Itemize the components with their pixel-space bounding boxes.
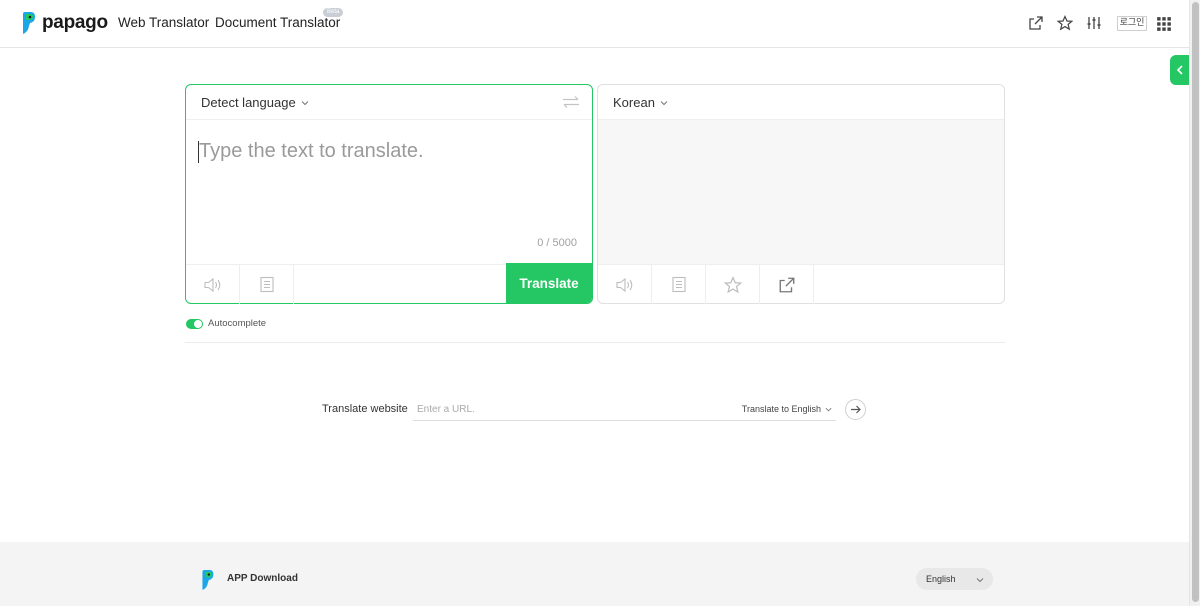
target-panel-toolbar (598, 264, 1004, 304)
target-favorite-button[interactable] (706, 265, 760, 304)
papago-parrot-icon (23, 12, 35, 34)
source-placeholder: Type the text to translate. (199, 140, 424, 162)
character-counter: 0 / 5000 (537, 237, 577, 249)
nav-web-translator[interactable]: Web Translator (118, 15, 209, 30)
speaker-icon (615, 277, 632, 292)
autocomplete-option: Autocomplete (186, 318, 266, 329)
page-scrollbar[interactable] (1189, 0, 1200, 606)
chevron-down-icon (660, 100, 668, 105)
app-download-link[interactable]: APP Download (227, 573, 298, 584)
autocomplete-label: Autocomplete (208, 318, 267, 329)
chevron-left-icon (1176, 65, 1183, 75)
target-language-select[interactable]: Korean (613, 95, 668, 110)
translate-button[interactable]: Translate (506, 263, 592, 303)
translate-website-go-button[interactable] (845, 399, 866, 420)
scrollbar-thumb[interactable] (1192, 2, 1199, 602)
top-header: papago Web Translator Document Translato… (0, 0, 1189, 48)
papago-logo[interactable]: papago (20, 12, 108, 34)
side-panel-toggle[interactable] (1170, 55, 1189, 85)
target-panel: Korean (597, 84, 1005, 304)
dictionary-icon (671, 276, 686, 293)
chevron-down-icon (301, 100, 309, 105)
source-panel-header: Detect language (186, 85, 592, 120)
website-target-language-label: Translate to English (741, 404, 821, 414)
url-placeholder: Enter a URL. (417, 404, 475, 415)
star-icon[interactable] (1057, 15, 1073, 31)
nav-document-translator[interactable]: Document Translator (215, 15, 340, 30)
star-icon (723, 275, 742, 293)
speaker-icon (203, 277, 220, 292)
source-dictionary-button[interactable] (240, 265, 294, 304)
translate-website-label: Translate website (322, 403, 408, 415)
beta-badge: Beta (323, 8, 344, 17)
apps-grid-icon[interactable] (1156, 16, 1172, 32)
share-icon[interactable] (1028, 15, 1044, 31)
target-share-button[interactable] (760, 265, 814, 304)
swap-languages-icon[interactable] (562, 95, 580, 109)
url-input[interactable]: Enter a URL. Translate to English (413, 397, 836, 421)
login-button[interactable]: 로그인 (1117, 16, 1147, 31)
papago-app-icon (202, 570, 214, 590)
source-language-select[interactable]: Detect language (201, 95, 309, 110)
target-dictionary-button[interactable] (652, 265, 706, 304)
target-panel-header: Korean (598, 85, 1004, 120)
share-icon (779, 277, 794, 292)
target-speaker-button[interactable] (598, 265, 652, 304)
chevron-down-icon (825, 407, 832, 411)
site-language-select[interactable]: English (916, 568, 993, 590)
source-text-area[interactable]: Type the text to translate. 0 / 5000 (186, 120, 592, 265)
chevron-down-icon (976, 578, 984, 583)
dictionary-icon (259, 276, 274, 293)
source-speaker-button[interactable] (186, 265, 240, 304)
target-language-label: Korean (613, 95, 655, 110)
source-language-label: Detect language (201, 95, 296, 110)
arrow-right-icon (851, 405, 861, 414)
sliders-icon[interactable] (1086, 15, 1102, 31)
site-language-label: English (926, 574, 956, 584)
section-divider (185, 342, 1005, 343)
website-target-language-select[interactable]: Translate to English (742, 404, 832, 414)
target-text-area (598, 120, 1004, 265)
page-footer: APP Download English (0, 542, 1189, 606)
logo-text: papago (42, 12, 108, 33)
source-panel: Detect language Type the text to transla… (185, 84, 593, 304)
autocomplete-toggle[interactable] (186, 318, 203, 329)
